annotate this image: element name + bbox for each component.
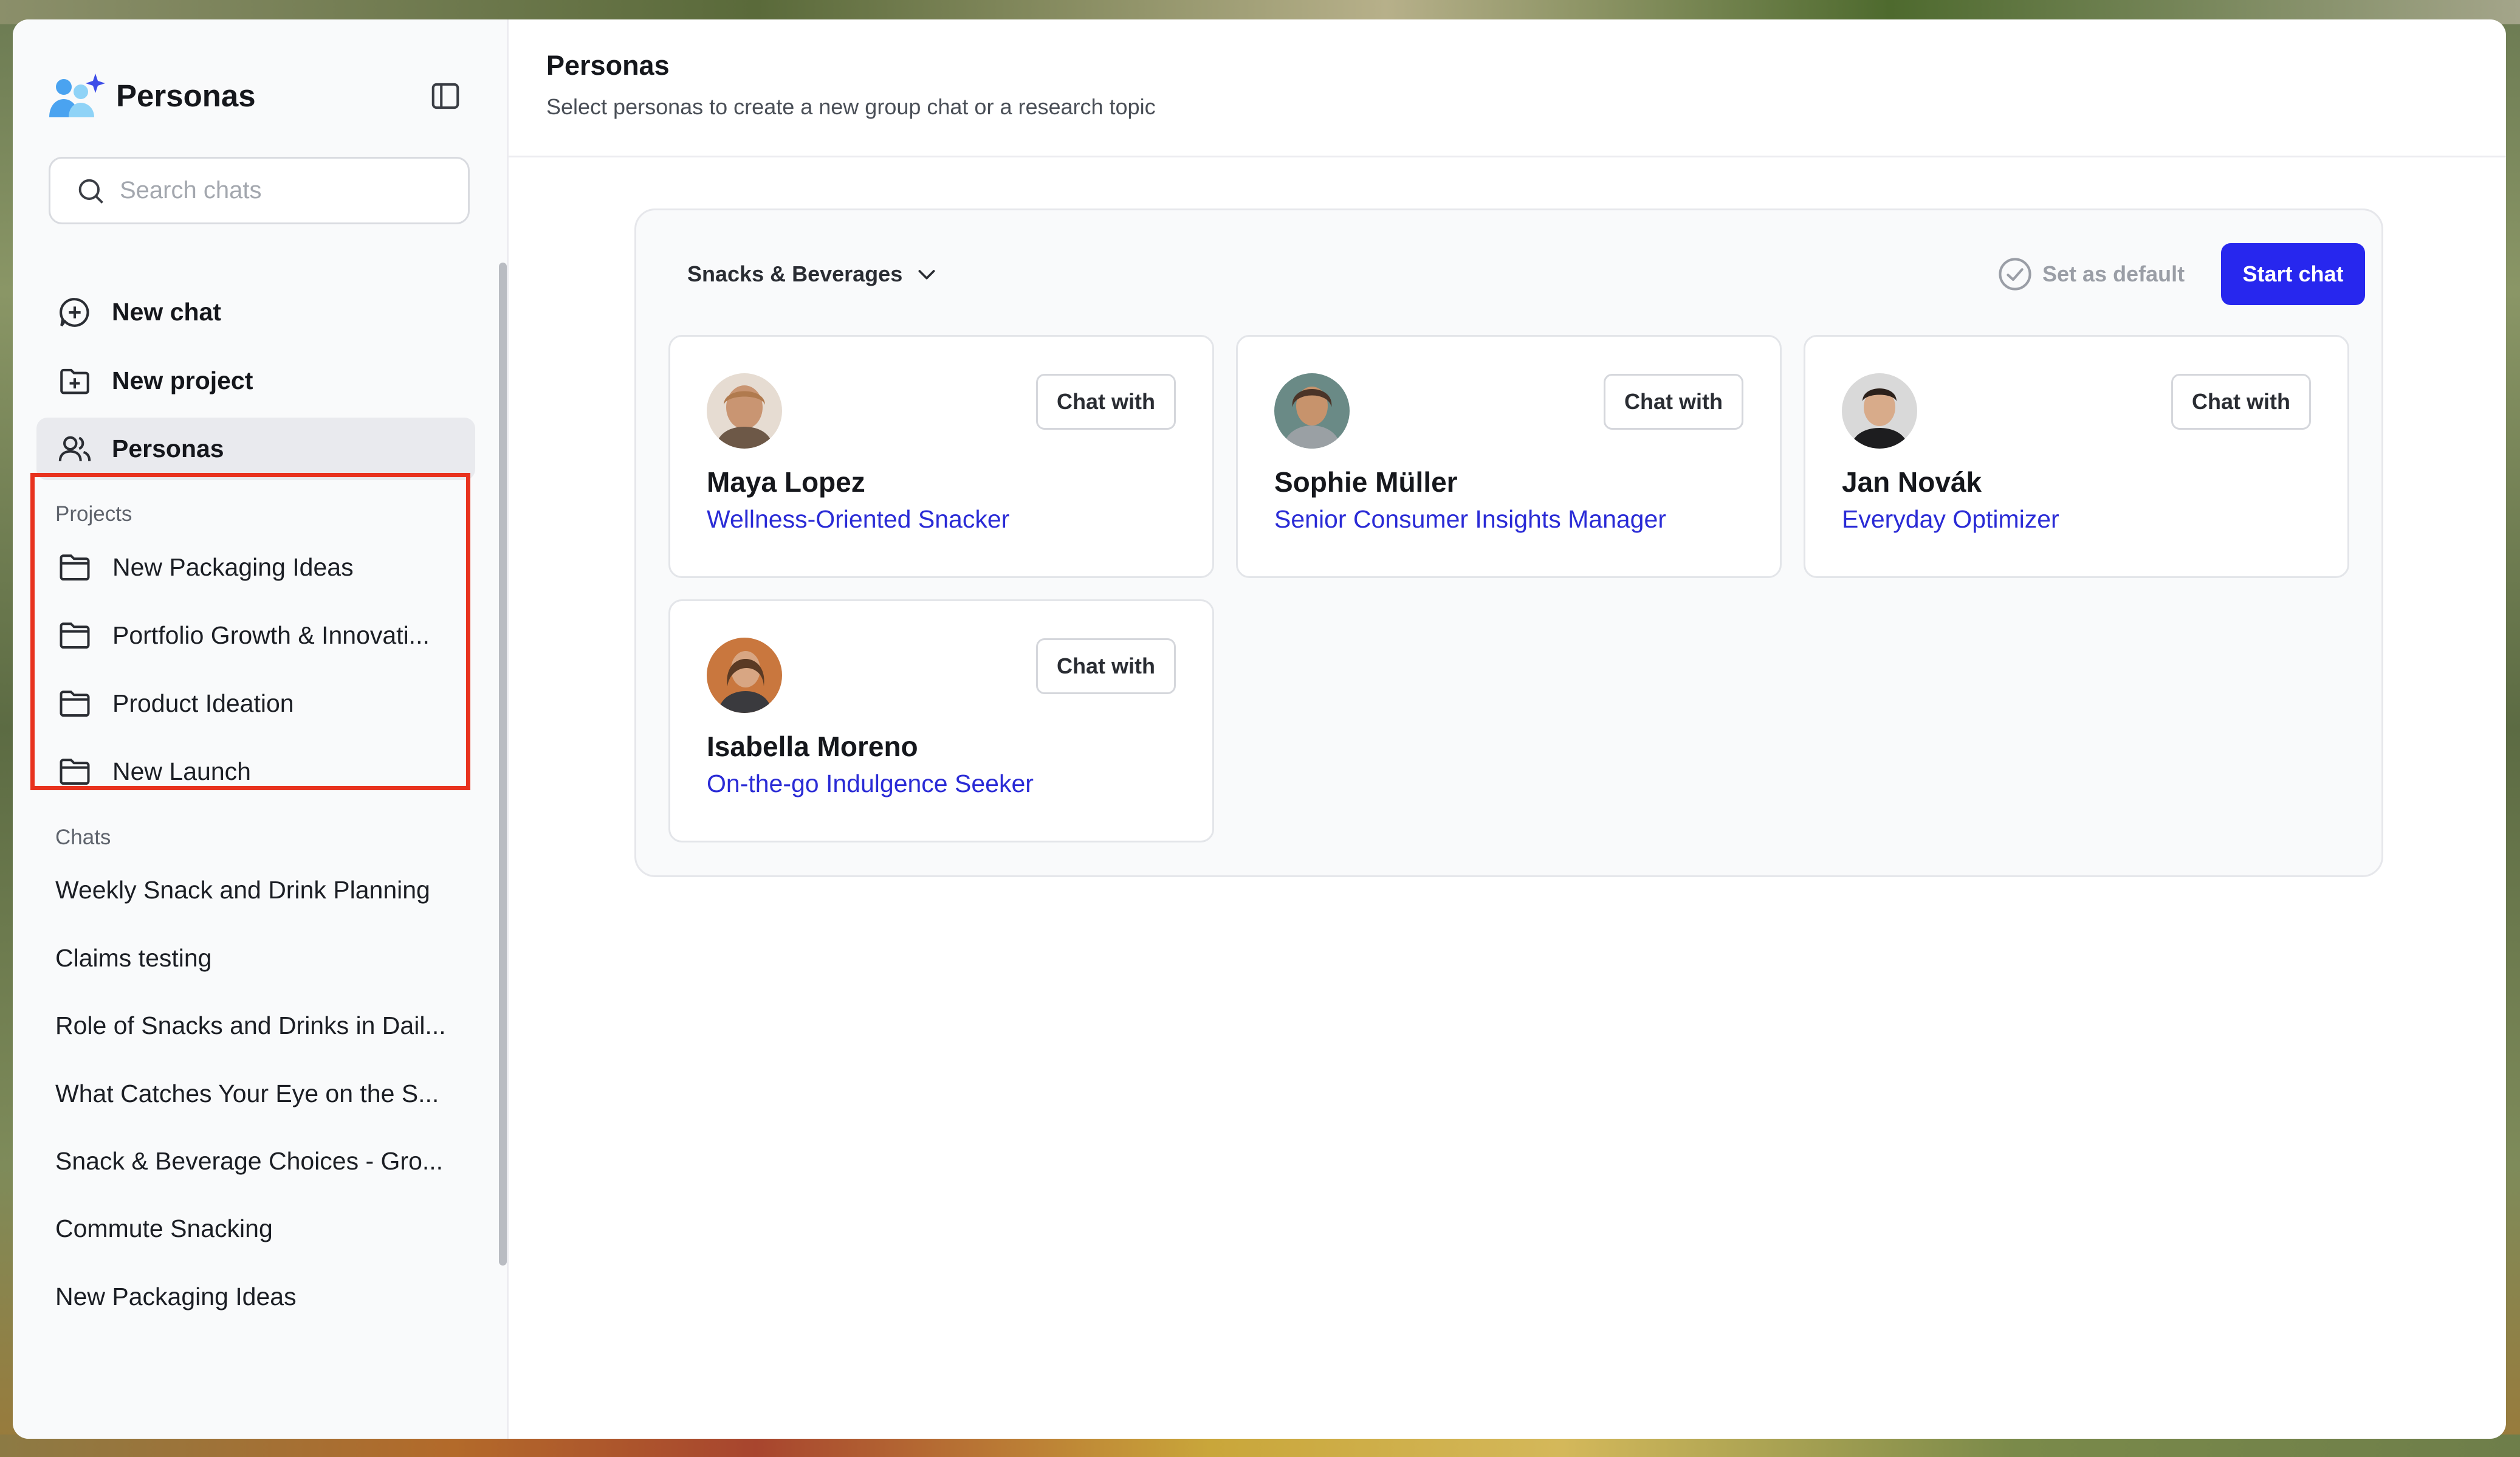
personas-logo-icon [49, 74, 105, 117]
personas-panel: Snacks & Beverages Set as default Start … [634, 208, 2383, 877]
persona-name: Isabella Moreno [707, 731, 918, 762]
sidebar-toggle-icon [431, 83, 459, 109]
avatar [707, 638, 782, 713]
persona-role: On-the-go Indulgence Seeker [707, 770, 1034, 797]
folder-icon [55, 548, 94, 587]
chats-section-label: Chats [55, 825, 111, 849]
nav-personas-label: Personas [112, 435, 224, 463]
persona-name: Sophie Müller [1274, 466, 1458, 498]
chat-list-item-label: Snack & Beverage Choices - Gro... [55, 1146, 444, 1175]
chat-list-item-label: New Packaging Ideas [55, 1282, 297, 1311]
page-title: Personas [546, 50, 670, 81]
app-window: Personas New chat [13, 19, 2506, 1439]
brand-title: Personas [116, 78, 256, 113]
chat-list-item[interactable]: Snack & Beverage Choices - Gro... [55, 1134, 462, 1188]
avatar [1274, 373, 1350, 449]
search-icon [78, 179, 103, 204]
main-content: Personas Select personas to create a new… [509, 19, 2506, 1439]
chat-list-item[interactable]: Role of Snacks and Drinks in Dail... [55, 998, 462, 1053]
persona-card[interactable]: Chat with Sophie Müller Senior Consumer … [1236, 335, 1782, 578]
project-item[interactable]: New Packaging Ideas [55, 540, 462, 594]
start-chat-button[interactable]: Start chat [2221, 243, 2365, 305]
chat-with-button[interactable]: Chat with [1036, 374, 1176, 430]
set-as-default-label: Set as default [2042, 261, 2185, 286]
avatar [1842, 373, 1917, 449]
project-item[interactable]: Product Ideation [55, 676, 462, 731]
nav-personas[interactable]: Personas [36, 418, 475, 480]
chat-list-item[interactable]: New Packaging Ideas [55, 1269, 462, 1324]
persona-card[interactable]: Chat with Maya Lopez Wellness-Oriented S… [668, 335, 1214, 578]
persona-role: Everyday Optimizer [1842, 505, 2059, 533]
project-item[interactable]: Portfolio Growth & Innovati... [55, 608, 462, 663]
chat-list-item[interactable]: What Catches Your Eye on the S... [55, 1066, 462, 1121]
chat-list-item-label: Claims testing [55, 943, 212, 972]
project-item-label: Product Ideation [112, 689, 294, 717]
nav-new-project-label: New project [112, 367, 253, 394]
search-box [49, 157, 470, 224]
users-icon [56, 430, 94, 468]
check-circle-icon [1999, 258, 2031, 291]
folder-icon [55, 752, 94, 791]
category-dropdown[interactable]: Snacks & Beverages [687, 253, 939, 295]
chat-list-item[interactable]: Commute Snacking [55, 1201, 462, 1256]
chat-list-item[interactable]: Weekly Snack and Drink Planning [55, 863, 462, 917]
chat-list-item-label: Weekly Snack and Drink Planning [55, 875, 430, 904]
category-dropdown-label: Snacks & Beverages [687, 261, 903, 286]
project-item[interactable]: New Launch [55, 744, 462, 799]
persona-name: Jan Novák [1842, 466, 1982, 498]
folder-plus-icon [56, 362, 94, 400]
chat-list-item-label: What Catches Your Eye on the S... [55, 1079, 439, 1107]
collapse-sidebar-button[interactable] [426, 77, 465, 115]
avatar [707, 373, 782, 449]
chat-plus-icon [56, 294, 94, 331]
chat-with-button[interactable]: Chat with [1036, 638, 1176, 694]
folder-icon [55, 616, 94, 655]
persona-card[interactable]: Chat with Isabella Moreno On-the-go Indu… [668, 599, 1214, 842]
chat-list-item-label: Role of Snacks and Drinks in Dail... [55, 1011, 446, 1039]
projects-section-label: Projects [55, 502, 132, 526]
folder-icon [55, 684, 94, 723]
chat-with-button[interactable]: Chat with [1604, 374, 1743, 430]
nav-new-project[interactable]: New project [36, 350, 475, 412]
sidebar: Personas New chat [13, 19, 509, 1439]
nav-new-chat[interactable]: New chat [36, 281, 475, 343]
page-subtitle: Select personas to create a new group ch… [546, 94, 1156, 119]
persona-role: Wellness-Oriented Snacker [707, 505, 1010, 533]
brand: Personas [47, 71, 256, 120]
chat-list-item-label: Commute Snacking [55, 1214, 273, 1242]
project-item-label: New Packaging Ideas [112, 553, 354, 581]
set-as-default-toggle[interactable]: Set as default [1996, 253, 2185, 295]
chat-with-button[interactable]: Chat with [2171, 374, 2311, 430]
search-input[interactable] [118, 176, 461, 205]
chevron-down-icon [918, 270, 935, 280]
project-item-label: New Launch [112, 757, 251, 785]
persona-name: Maya Lopez [707, 466, 865, 498]
chat-list-item[interactable]: Claims testing [55, 931, 462, 985]
persona-role: Senior Consumer Insights Manager [1274, 505, 1666, 533]
nav-new-chat-label: New chat [112, 298, 221, 326]
page-header: Personas Select personas to create a new… [509, 19, 2506, 157]
sidebar-scrollbar[interactable] [499, 263, 507, 1266]
persona-card[interactable]: Chat with Jan Novák Everyday Optimizer [1804, 335, 2349, 578]
project-item-label: Portfolio Growth & Innovati... [112, 621, 430, 649]
